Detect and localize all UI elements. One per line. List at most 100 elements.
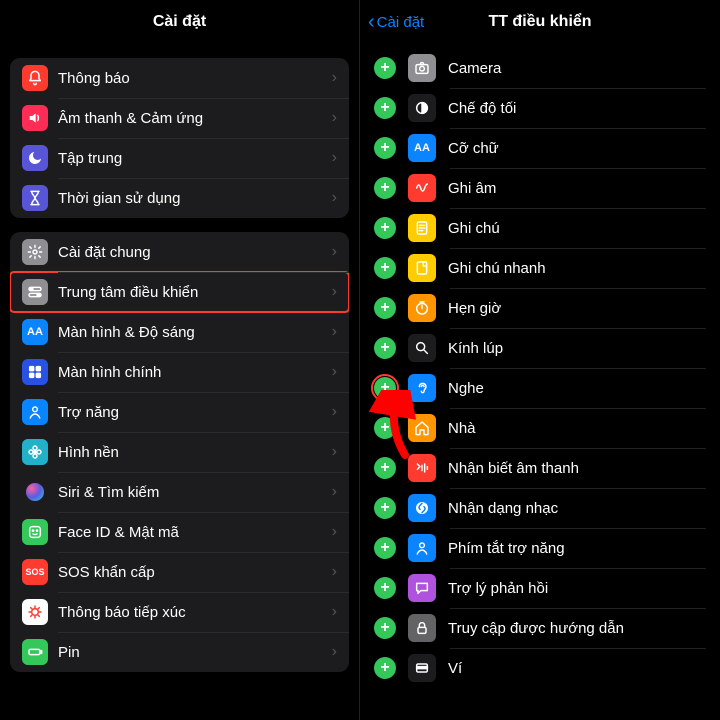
row-label: SOS khẩn cấp [58, 564, 332, 581]
row-label: Thông báo tiếp xúc [58, 604, 332, 621]
add-button[interactable]: + [374, 617, 396, 639]
add-button[interactable]: + [374, 457, 396, 479]
cc-label: Hẹn giờ [448, 300, 501, 317]
textsize-icon: AA [408, 134, 436, 162]
chevron-right-icon: › [332, 323, 337, 341]
quicknote-icon [408, 254, 436, 282]
row-label: Âm thanh & Cảm ứng [58, 110, 332, 127]
chevron-right-icon: › [332, 483, 337, 501]
add-button[interactable]: + [374, 137, 396, 159]
cc-label: Cỡ chữ [448, 140, 499, 157]
shazam-icon [408, 494, 436, 522]
cc-row-hearing: +Nghe [374, 368, 706, 408]
settings-row-wallpaper[interactable]: Hình nền› [10, 432, 349, 472]
cc-row-shortcut: +Phím tắt trợ năng [374, 528, 706, 568]
focus-icon [22, 145, 48, 171]
cc-label: Nhà [448, 420, 476, 437]
cc-header: ‹ Cài đặt TT điều khiển [360, 0, 720, 44]
page-title: TT điều khiển [488, 13, 591, 31]
row-label: Cài đặt chung [58, 244, 332, 261]
chevron-right-icon: › [332, 189, 337, 207]
feedback-icon [408, 574, 436, 602]
shortcut-icon [408, 534, 436, 562]
add-button[interactable]: + [374, 417, 396, 439]
row-label: Pin [58, 644, 332, 661]
cc-row-feedback: +Trợ lý phản hồi [374, 568, 706, 608]
add-button[interactable]: + [374, 657, 396, 679]
screentime-icon [22, 185, 48, 211]
sos-icon: SOS [22, 559, 48, 585]
wallpaper-icon [22, 439, 48, 465]
add-button[interactable]: + [374, 337, 396, 359]
settings-row-sos[interactable]: SOSSOS khẩn cấp› [10, 552, 349, 592]
settings-row-focus[interactable]: Tập trung› [10, 138, 349, 178]
settings-row-exposure[interactable]: Thông báo tiếp xúc› [10, 592, 349, 632]
chevron-right-icon: › [332, 149, 337, 167]
cc-label: Chế độ tối [448, 100, 516, 117]
siri-icon [22, 479, 48, 505]
settings-row-faceid[interactable]: Face ID & Mật mã› [10, 512, 349, 552]
notes-icon [408, 214, 436, 242]
settings-scroll[interactable]: Thông báo›Âm thanh & Cảm ứng›Tập trung›T… [0, 44, 359, 720]
cc-row-home-app: + Nhà [374, 408, 706, 448]
add-button[interactable]: + [374, 177, 396, 199]
add-button[interactable]: + [374, 577, 396, 599]
voice-memo-icon [408, 174, 436, 202]
add-button[interactable]: + [374, 217, 396, 239]
chevron-right-icon: › [332, 403, 337, 421]
settings-row-siri[interactable]: Siri & Tìm kiếm› [10, 472, 349, 512]
cc-row-darkmode: + Chế độ tối [374, 88, 706, 128]
add-button[interactable]: + [374, 377, 396, 399]
settings-header: Cài đặt [0, 0, 359, 44]
add-button[interactable]: + [374, 57, 396, 79]
row-label: Siri & Tìm kiếm [58, 484, 332, 501]
row-label: Thông báo [58, 70, 332, 87]
add-button[interactable]: + [374, 297, 396, 319]
chevron-right-icon: › [332, 603, 337, 621]
row-label: Hình nền [58, 444, 332, 461]
bell-icon [22, 65, 48, 91]
row-label: Màn hình chính [58, 364, 332, 381]
cc-label: Nhận biết âm thanh [448, 460, 579, 477]
settings-row-display[interactable]: AAMàn hình & Độ sáng› [10, 312, 349, 352]
settings-row-battery[interactable]: Pin› [10, 632, 349, 672]
settings-row-bell[interactable]: Thông báo› [10, 58, 349, 98]
wallet-icon [408, 654, 436, 682]
guided-icon [408, 614, 436, 642]
settings-row-home[interactable]: Màn hình chính› [10, 352, 349, 392]
cc-label: Ghi âm [448, 180, 496, 197]
add-button[interactable]: + [374, 497, 396, 519]
cc-row-notes: +Ghi chú [374, 208, 706, 248]
add-button[interactable]: + [374, 257, 396, 279]
cc-label: Truy cập được hướng dẫn [448, 620, 624, 637]
darkmode-icon [408, 94, 436, 122]
add-button[interactable]: + [374, 537, 396, 559]
cc-row-camera: +Camera [374, 48, 706, 88]
cc-row-soundrecog: + Nhận biết âm thanh [374, 448, 706, 488]
cc-label: Kính lúp [448, 340, 503, 357]
row-label: Trung tâm điều khiển [58, 284, 332, 301]
back-button[interactable]: ‹ Cài đặt [368, 12, 424, 32]
settings-row-screentime[interactable]: Thời gian sử dụng› [10, 178, 349, 218]
row-label: Trợ năng [58, 404, 332, 421]
cc-label: Nhận dạng nhạc [448, 500, 558, 517]
soundrecog-icon [408, 454, 436, 482]
chevron-left-icon: ‹ [368, 12, 375, 32]
settings-row-accessibility[interactable]: Trợ năng› [10, 392, 349, 432]
home-app-icon [408, 414, 436, 442]
faceid-icon [22, 519, 48, 545]
display-icon: AA [22, 319, 48, 345]
chevron-right-icon: › [332, 69, 337, 87]
cc-list[interactable]: +Camera+Chế độ tối+AACỡ chữ+Ghi âm+Ghi c… [360, 44, 720, 692]
add-button[interactable]: + [374, 97, 396, 119]
chevron-right-icon: › [332, 443, 337, 461]
chevron-right-icon: › [332, 109, 337, 127]
settings-row-control-center[interactable]: Trung tâm điều khiển› [10, 272, 349, 312]
settings-row-sound[interactable]: Âm thanh & Cảm ứng› [10, 98, 349, 138]
settings-row-general[interactable]: Cài đặt chung› [10, 232, 349, 272]
chevron-right-icon: › [332, 363, 337, 381]
cc-label: Ví [448, 660, 462, 677]
hearing-icon [408, 374, 436, 402]
back-label: Cài đặt [377, 14, 425, 31]
general-icon [22, 239, 48, 265]
